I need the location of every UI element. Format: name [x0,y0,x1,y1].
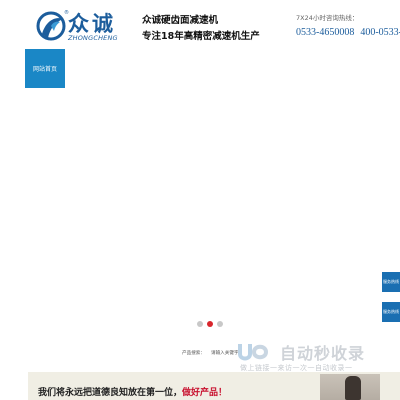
motto-main: 我们将永远把道德良知放在第一位， [38,388,183,398]
banner-pagination [197,321,223,327]
motto-photo-figure [345,376,361,400]
motto-emphasis: 做好产品！ [182,388,228,398]
search-label: 产品搜索： [182,351,205,356]
company-logo[interactable]: ® 众诚 ZHONGCHENG [36,10,136,44]
main-nav: 网站首页 [0,48,400,90]
watermark-logo-icon [238,344,269,361]
logo-mark-icon [36,11,66,41]
logo-name-cn: 众诚 [68,12,116,36]
slogan-line-1: 众诚硬齿面减速机 [142,15,219,26]
slogan-line-2: 专注18年高精密减速机生产 [142,31,260,42]
logo-name-en: ZHONGCHENG [68,34,118,42]
hero-banner[interactable] [0,90,400,340]
watermark-title: 自动秒收录 [280,344,366,363]
motto-text: 我们将永远把道德良知放在第一位，做好产品！ [38,385,227,398]
hotline-numbers: 0533-4650008 400-0533-008 [296,27,400,39]
banner-dot-1[interactable] [197,321,203,327]
banner-dot-3[interactable] [217,321,223,327]
hotline-number-1[interactable]: 0533-4650008 [296,27,354,38]
site-header: ® 众诚 ZHONGCHENG 众诚硬齿面减速机 专注18年高精密减速机生产 7… [0,0,400,48]
side-tab-hotline-2[interactable]: 服务热线 [382,302,400,322]
side-tab-hotline-1[interactable]: 服务热线 [382,272,400,292]
header-slogan: 众诚硬齿面减速机 专注18年高精密减速机生产 [142,15,272,43]
hotline-number-2[interactable]: 400-0533-008 [360,27,400,38]
nav-item-home[interactable]: 网站首页 [25,49,65,88]
hotline-block: 7X24小时咨询热线： 0533-4650008 400-0533-008 [296,14,400,39]
banner-dot-2[interactable] [207,321,213,327]
hotline-label: 7X24小时咨询热线： [296,14,359,22]
